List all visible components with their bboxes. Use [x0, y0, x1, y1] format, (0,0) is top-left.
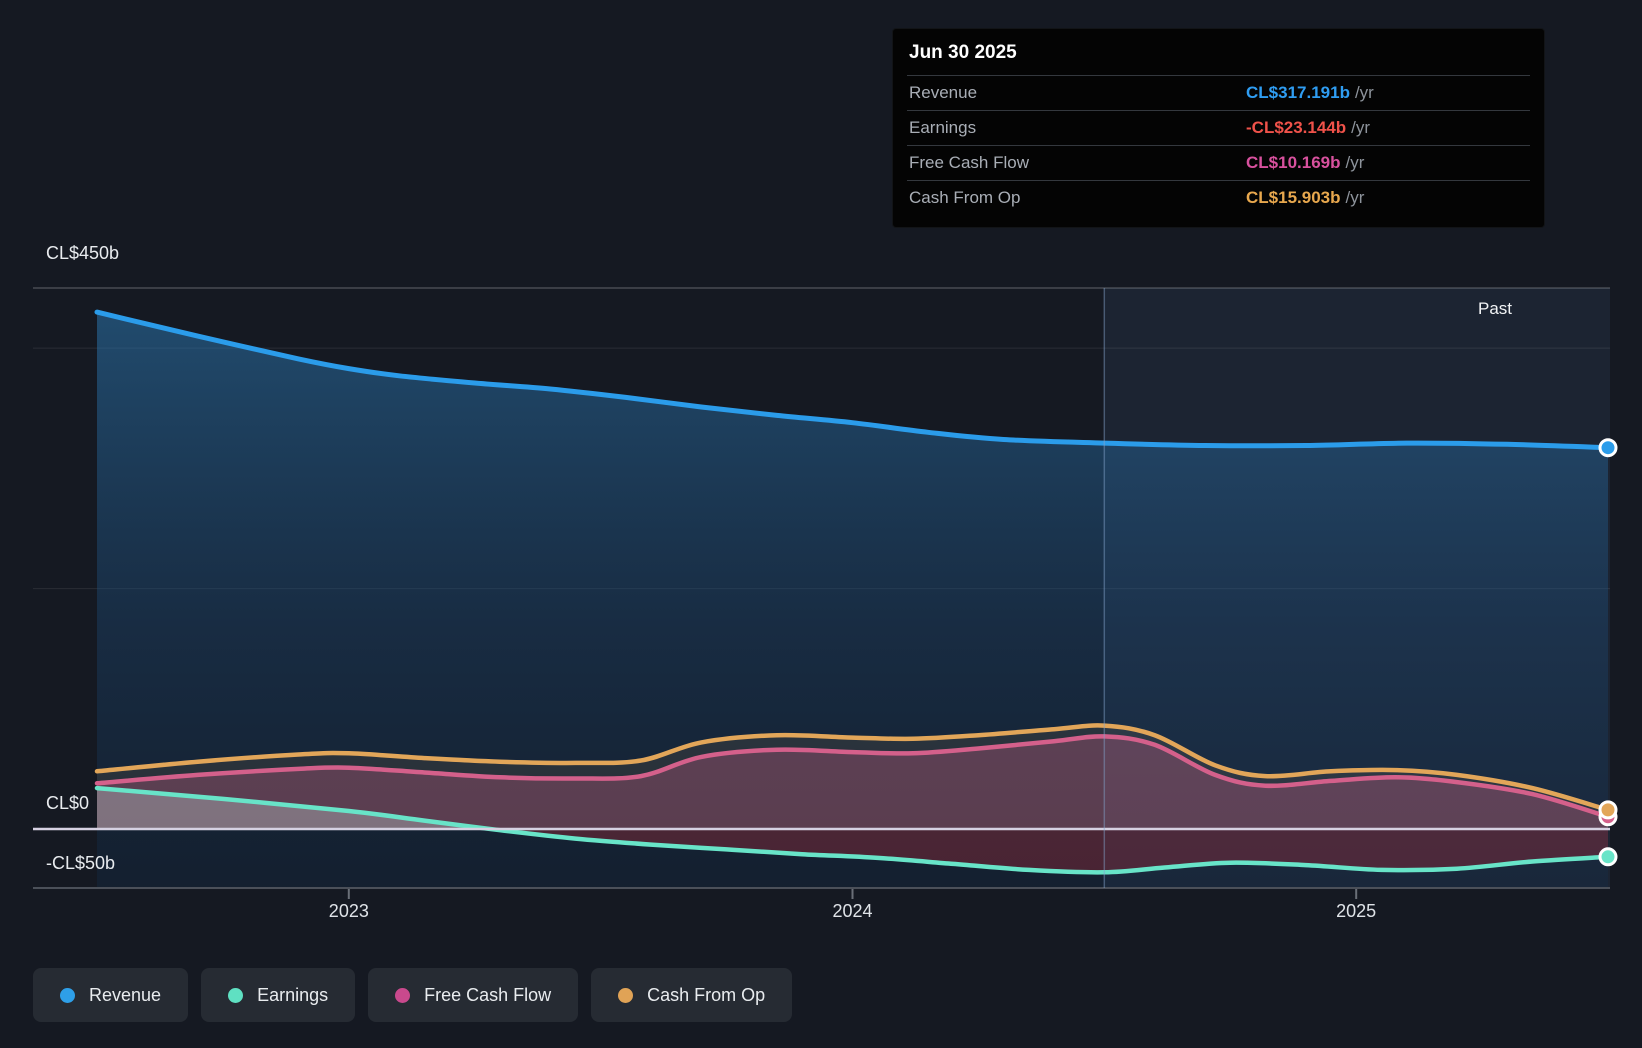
earnings-dot-icon	[228, 987, 244, 1003]
x-axis-label-2025: 2025	[1336, 901, 1377, 921]
legend-item-revenue[interactable]: Revenue	[33, 968, 189, 1022]
y-axis-label-0: CL$0	[46, 793, 90, 813]
tooltip-unit: /yr	[1345, 188, 1365, 207]
tooltip-label: Free Cash Flow	[909, 153, 1029, 172]
cash-from-op-dot-icon	[618, 987, 634, 1003]
tooltip-label: Revenue	[909, 83, 978, 102]
x-axis-label-2023: 2023	[328, 901, 369, 921]
y-axis-label-neg50b: -CL$50b	[46, 853, 116, 874]
tooltip-date: Jun 30 2025	[909, 42, 1017, 63]
tooltip-label: Earnings	[909, 118, 977, 137]
stock-financials-chart: CL$450b CL$0 -CL$50b 2023 2024 2025 Past…	[0, 0, 1642, 1048]
earnings-end-marker	[1598, 847, 1618, 867]
revenue-dot-icon	[60, 987, 75, 1003]
chart-legend: Revenue Earnings Free Cash Flow Cash Fro…	[33, 968, 793, 1022]
cash-from-op-end-marker	[1598, 800, 1618, 820]
past-region-label: Past	[1478, 299, 1513, 318]
tooltip-row-free-cash-flow: Free Cash Flow CL$10.169b /yr	[907, 145, 1530, 180]
free-cash-flow-dot-icon	[395, 987, 411, 1003]
tooltip-row-revenue: Revenue CL$317.191b /yr	[907, 75, 1530, 110]
tooltip-value: -CL$23.144b	[1246, 118, 1347, 137]
legend-item-earnings[interactable]: Earnings	[201, 968, 356, 1022]
legend-item-cash-from-op[interactable]: Cash From Op	[591, 968, 793, 1022]
tooltip-row-earnings: Earnings -CL$23.144b /yr	[907, 110, 1530, 145]
tooltip-row-cash-from-op: Cash From Op CL$15.903b /yr	[907, 180, 1530, 215]
tooltip-unit: /yr	[1351, 118, 1371, 137]
legend-item-free-cash-flow[interactable]: Free Cash Flow	[368, 968, 579, 1022]
tooltip-value: CL$15.903b	[1246, 188, 1341, 207]
legend-label: Earnings	[257, 984, 329, 1005]
legend-label: Cash From Op	[647, 984, 766, 1005]
y-axis-label-450b: CL$450b	[46, 243, 120, 263]
tooltip-value: CL$317.191b	[1246, 83, 1350, 102]
tooltip-label: Cash From Op	[909, 188, 1021, 207]
tooltip-unit: /yr	[1345, 153, 1365, 172]
data-tooltip: Jun 30 2025 Revenue CL$317.191b /yr Earn…	[892, 28, 1545, 228]
tooltip-value: CL$10.169b	[1246, 153, 1341, 172]
tooltip-unit: /yr	[1354, 83, 1374, 102]
revenue-end-marker	[1598, 438, 1618, 458]
legend-label: Free Cash Flow	[424, 984, 552, 1005]
legend-label: Revenue	[89, 984, 162, 1005]
x-axis-label-2024: 2024	[832, 901, 873, 921]
